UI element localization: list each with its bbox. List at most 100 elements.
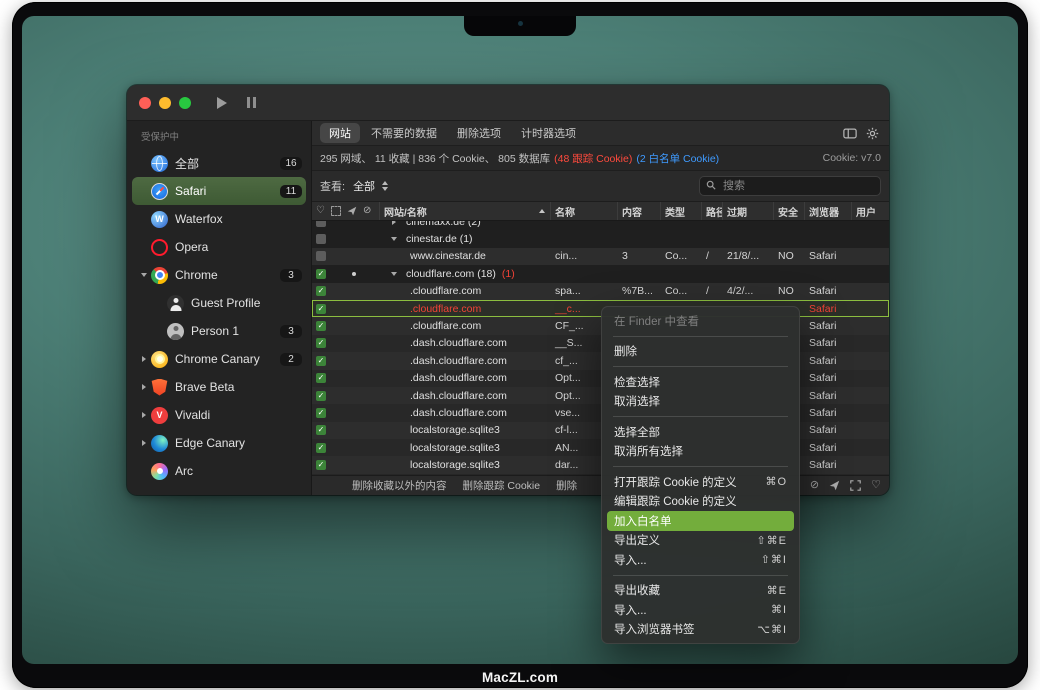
cell-browser: Safari <box>805 439 852 456</box>
sidebar-item-chrome-canary[interactable]: Chrome Canary2 <box>132 345 306 373</box>
checkbox-checked-icon[interactable] <box>316 391 326 401</box>
menu-item-3[interactable]: 删除 <box>607 342 794 362</box>
chevron-down-icon[interactable] <box>388 237 400 241</box>
site-name-cell: localstorage.sqlite3 <box>380 422 551 439</box>
play-icon[interactable] <box>217 97 227 109</box>
zoom-button[interactable] <box>179 97 191 109</box>
menu-item-15[interactable]: 导入...⇧⌘I <box>607 550 794 570</box>
checkbox-checked-icon[interactable] <box>316 408 326 418</box>
context-menu: 在 Finder 中查看删除检查选择取消选择选择全部取消所有选择打开跟踪 Coo… <box>601 306 800 644</box>
chevron-right-icon[interactable] <box>388 221 400 225</box>
footer-action-1[interactable]: 删除收藏以外的内容 <box>352 478 447 493</box>
sidebar-item-chrome[interactable]: Chrome3 <box>132 261 306 289</box>
sidebar-item-waterfox[interactable]: Waterfox <box>132 205 306 233</box>
menu-item-19[interactable]: 导入浏览器书签⌥⌘I <box>607 620 794 640</box>
checkbox-checked-icon[interactable] <box>316 338 326 348</box>
view-popup[interactable]: 全部 <box>353 178 388 194</box>
chevron-right-icon[interactable] <box>138 412 150 418</box>
search-input[interactable] <box>721 179 874 193</box>
sidebar-item-label: Safari <box>175 184 280 198</box>
tab-4[interactable]: 计时器选项 <box>512 123 585 143</box>
checkbox-checked-icon[interactable] <box>316 425 326 435</box>
send-icon[interactable] <box>829 480 840 491</box>
table-row[interactable]: .cloudflare.comspa...%7B...Co.../4/2/...… <box>312 283 889 300</box>
block-icon[interactable]: ⊘ <box>810 480 819 491</box>
settings-gear-icon[interactable] <box>866 121 879 145</box>
menu-item-5[interactable]: 检查选择 <box>607 372 794 392</box>
menu-item-label: 取消选择 <box>614 393 660 409</box>
footer-action-3[interactable]: 删除 <box>556 478 577 493</box>
menu-item-18[interactable]: 导入...⌘I <box>607 600 794 620</box>
table-row[interactable]: www.cinestar.decin...3Co.../21/8/...NOSa… <box>312 248 889 265</box>
site-name: .cloudflare.com <box>410 285 481 297</box>
sidebar-item-all[interactable]: 全部16 <box>132 149 306 177</box>
sidebar-item-safari[interactable]: Safari11 <box>132 177 306 205</box>
checkbox-checked-icon[interactable] <box>316 269 326 279</box>
cell-browser <box>805 221 852 230</box>
sidebar-item-brave-beta[interactable]: Brave Beta <box>132 373 306 401</box>
sidebar-item-chrome-person-1[interactable]: Person 13 <box>132 317 306 345</box>
pause-icon[interactable] <box>247 97 256 108</box>
checkbox-checked-icon[interactable] <box>316 356 326 366</box>
column-header-site[interactable]: 网站/名称 <box>380 202 551 220</box>
chevron-right-icon[interactable] <box>138 356 150 362</box>
checkbox-checked-icon[interactable] <box>316 321 326 331</box>
sidebar-item-label: Waterfox <box>175 212 302 226</box>
table-row[interactable]: cinestar.de (1) <box>312 230 889 247</box>
table-row[interactable]: cinemaxx.de (2) <box>312 221 889 230</box>
frame-select-icon[interactable] <box>850 480 861 491</box>
sidebar-item-arc[interactable]: Arc <box>132 457 306 485</box>
menu-item-6[interactable]: 取消选择 <box>607 392 794 412</box>
favorite-heart-icon[interactable]: ♡ <box>316 206 325 216</box>
selection-box-icon[interactable] <box>331 206 341 216</box>
chevron-right-icon[interactable] <box>138 440 150 446</box>
checkbox-checked-icon[interactable] <box>316 286 326 296</box>
column-header-name[interactable]: 名称 <box>551 202 618 220</box>
menu-item-9[interactable]: 取消所有选择 <box>607 442 794 462</box>
send-icon[interactable] <box>347 206 357 216</box>
menu-item-8[interactable]: 选择全部 <box>607 422 794 442</box>
column-header-type[interactable]: 类型 <box>661 202 702 220</box>
menu-separator <box>613 466 788 467</box>
column-header-content[interactable]: 内容 <box>618 202 661 220</box>
checkbox-empty-icon[interactable] <box>316 251 326 261</box>
checkbox-empty-icon[interactable] <box>316 234 326 244</box>
column-header-path[interactable]: 路径 <box>702 202 723 220</box>
table-row[interactable]: cloudflare.com (18)(1) <box>312 265 889 282</box>
sidebar-item-vivaldi[interactable]: Vivaldi <box>132 401 306 429</box>
checkbox-empty-icon[interactable] <box>316 221 326 227</box>
block-icon[interactable]: ⊘ <box>363 206 371 216</box>
checkbox-checked-icon[interactable] <box>316 460 326 470</box>
column-header-browser[interactable]: 浏览器 <box>805 202 852 220</box>
chevron-right-icon[interactable] <box>138 384 150 390</box>
popup-arrows-icon <box>382 181 388 191</box>
sidebar-item-opera[interactable]: Opera <box>132 233 306 261</box>
sidebar-item-chrome-guest-profile[interactable]: Guest Profile <box>132 289 306 317</box>
chevron-down-icon[interactable] <box>138 273 150 277</box>
footer-action-2[interactable]: 删除跟踪 Cookie <box>463 478 541 493</box>
column-header-secure[interactable]: 安全 <box>774 202 805 220</box>
checkbox-checked-icon[interactable] <box>316 304 326 314</box>
search-field[interactable] <box>699 176 881 196</box>
close-button[interactable] <box>139 97 151 109</box>
menu-item-17[interactable]: 导出收藏⌘E <box>607 581 794 601</box>
person-icon <box>167 323 184 340</box>
minimize-button[interactable] <box>159 97 171 109</box>
chevron-down-icon[interactable] <box>388 272 400 276</box>
cell-type: Co... <box>661 248 702 265</box>
checkbox-checked-icon[interactable] <box>316 373 326 383</box>
menu-item-14[interactable]: 导出定义⇧⌘E <box>607 531 794 551</box>
count-badge: 16 <box>280 157 302 170</box>
column-header-expires[interactable]: 过期 <box>723 202 774 220</box>
sidebar-item-edge-canary[interactable]: Edge Canary <box>132 429 306 457</box>
checkbox-checked-icon[interactable] <box>316 443 326 453</box>
tab-3[interactable]: 删除选项 <box>448 123 510 143</box>
menu-item-12[interactable]: 编辑跟踪 Cookie 的定义 <box>607 492 794 512</box>
heart-icon[interactable]: ♡ <box>871 480 881 491</box>
tab-2[interactable]: 不需要的数据 <box>362 123 446 143</box>
panel-toggle-icon[interactable] <box>843 121 857 145</box>
tab-1[interactable]: 网站 <box>320 123 360 143</box>
column-header-user[interactable]: 用户 <box>852 202 889 220</box>
menu-item-11[interactable]: 打开跟踪 Cookie 的定义⌘O <box>607 472 794 492</box>
menu-item-13[interactable]: 加入白名单 <box>607 511 794 531</box>
